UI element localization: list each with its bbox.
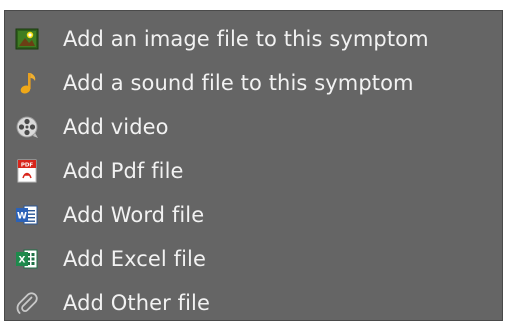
menu-item-label: Add an image file to this symptom [63,27,429,51]
menu-item-add-other[interactable]: Add Other file [5,281,502,325]
menu-item-add-video[interactable]: Add video [5,105,502,149]
menu-item-label: Add Excel file [63,247,207,271]
music-note-icon [15,71,39,95]
menu-item-label: Add Word file [63,203,205,227]
menu-item-add-excel[interactable]: X Add Excel file [5,237,502,281]
menu-item-add-sound[interactable]: Add a sound file to this symptom [5,61,502,105]
menu-item-add-image[interactable]: Add an image file to this symptom [5,17,502,61]
menu-item-label: Add Pdf file [63,159,184,183]
paperclip-icon [15,291,39,315]
pdf-icon: PDF [15,159,39,183]
menu-item-label: Add Other file [63,291,211,315]
word-icon: W [15,203,39,227]
menu-item-label: Add a sound file to this symptom [63,71,414,95]
svg-text:X: X [19,256,26,266]
image-icon [15,27,39,51]
svg-text:PDF: PDF [21,162,34,168]
menu-item-add-pdf[interactable]: PDF Add Pdf file [5,149,502,193]
film-reel-icon [15,115,39,139]
context-menu: Add an image file to this symptom Add a … [4,10,503,321]
excel-icon: X [15,247,39,271]
menu-item-label: Add video [63,115,169,139]
svg-text:W: W [17,212,27,222]
menu-item-add-word[interactable]: W Add Word file [5,193,502,237]
